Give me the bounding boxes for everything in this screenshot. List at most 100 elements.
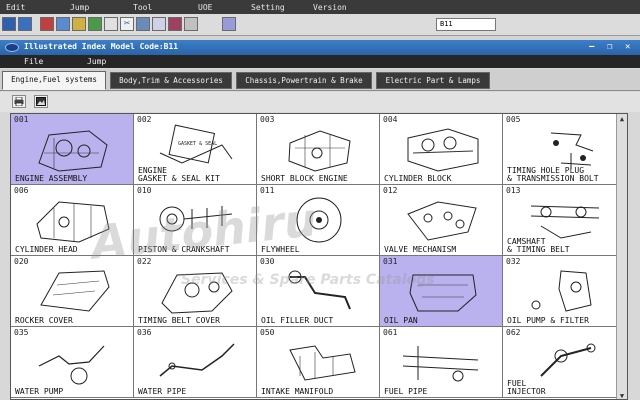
part-cell[interactable]: 050 INTAKE MANIFOLD <box>257 327 380 398</box>
part-cell[interactable]: 003 SHORT BLOCK ENGINE <box>257 114 380 185</box>
part-cell[interactable]: 061 FUEL PIPE <box>380 327 503 398</box>
part-cell[interactable]: 001 ENGINE ASSEMBLY <box>11 114 134 185</box>
part-code: 010 <box>137 186 152 195</box>
part-illustration-icon <box>289 345 356 381</box>
part-illustration-icon <box>540 343 596 377</box>
print-button[interactable] <box>12 95 26 108</box>
menu-edit[interactable]: Edit <box>6 3 25 12</box>
part-illustration-icon <box>296 197 342 243</box>
minimize-button[interactable]: — <box>589 42 594 52</box>
part-name: FUEL INJECTOR <box>507 379 546 396</box>
part-cell[interactable]: 010 PISTON & CRANKSHAFT <box>134 185 257 256</box>
close-button[interactable]: ✕ <box>625 42 630 52</box>
window-icon[interactable] <box>56 17 70 31</box>
part-name: INTAKE MANIFOLD <box>261 387 334 396</box>
printer-icon <box>14 97 24 106</box>
part-cell[interactable]: 002 GASKET & SEAL ENGINE GASKET & SEAL KIT <box>134 114 257 185</box>
part-code: 013 <box>506 186 521 195</box>
part-code: 031 <box>383 257 398 266</box>
menu-jump[interactable]: Jump <box>70 3 89 12</box>
app-icon[interactable] <box>2 17 16 31</box>
model-code-field[interactable]: B11 <box>436 18 496 31</box>
part-cell[interactable]: 004 CYLINDER BLOCK <box>380 114 503 185</box>
app-root: Edit Jump Tool UOE Setting Version ✂ B11… <box>0 0 640 400</box>
catalog-icon[interactable] <box>40 17 54 31</box>
part-illustration-icon <box>38 130 108 172</box>
image-view-button[interactable] <box>34 95 48 108</box>
part-illustration-icon <box>407 201 477 241</box>
part-code: 012 <box>383 186 398 195</box>
part-name: WATER PUMP <box>15 387 64 396</box>
main-toolbar: ✂ B11 <box>0 14 640 36</box>
part-name: ENGINE GASKET & SEAL KIT <box>138 166 220 183</box>
tools-icon[interactable]: ✂ <box>120 17 134 31</box>
part-cell[interactable]: 030 OIL FILLER DUCT <box>257 256 380 327</box>
part-cell[interactable]: 013 CAMSHAFT & TIMING BELT <box>503 185 627 256</box>
part-name: ENGINE ASSEMBLY <box>15 174 88 183</box>
part-illustration-icon <box>402 346 479 382</box>
part-code: 004 <box>383 115 398 124</box>
part-illustration-icon <box>38 345 105 385</box>
svg-text:GASKET & SEAL: GASKET & SEAL <box>178 141 217 147</box>
tab-body-trim[interactable]: Body,Trim & Accessories <box>110 72 232 89</box>
part-cell[interactable]: 036 WATER PIPE <box>134 327 257 398</box>
sub-toolbar <box>0 92 640 112</box>
menu-file[interactable]: File <box>24 57 43 66</box>
part-name: FLYWHEEL <box>261 245 300 254</box>
menu-setting[interactable]: Setting <box>251 3 285 12</box>
menu-version[interactable]: Version <box>313 3 347 12</box>
print-icon[interactable] <box>136 17 150 31</box>
part-illustration-icon <box>409 274 477 312</box>
part-name: OIL PAN <box>384 316 418 325</box>
part-code: 050 <box>260 328 275 337</box>
part-illustration-icon <box>36 201 110 243</box>
part-cell[interactable]: 022 TIMING BELT COVER <box>134 256 257 327</box>
part-name: SHORT BLOCK ENGINE <box>261 174 348 183</box>
part-name: TIMING BELT COVER <box>138 316 220 325</box>
bookmark-icon[interactable] <box>168 17 182 31</box>
menu-tool[interactable]: Tool <box>133 3 152 12</box>
monitor-icon[interactable] <box>222 17 236 31</box>
part-cell[interactable]: 062 FUEL INJECTOR <box>503 327 627 398</box>
vertical-scrollbar[interactable]: ▲ ▼ <box>616 114 627 399</box>
scroll-up-icon[interactable]: ▲ <box>618 115 626 123</box>
save-icon[interactable] <box>18 17 32 31</box>
part-cell[interactable]: 035 WATER PUMP <box>11 327 134 398</box>
illustrated-index-window: Illustrated Index Model Code:B11 — ❐ ✕ F… <box>0 40 640 400</box>
menu-uoe[interactable]: UOE <box>198 3 212 12</box>
parts-icon[interactable] <box>88 17 102 31</box>
parts-grid-panel: 001 ENGINE ASSEMBLY 002 GASKET & SEAL ENGINE… <box>10 113 628 400</box>
window-menu-bar: File Jump <box>0 55 640 68</box>
top-menu-bar: Edit Jump Tool UOE Setting Version <box>0 0 640 14</box>
part-cell[interactable]: 032 OIL PUMP & FILTER <box>503 256 627 327</box>
part-code: 006 <box>14 186 29 195</box>
scroll-down-icon[interactable]: ▼ <box>618 392 626 399</box>
part-cell[interactable]: 006 CYLINDER HEAD <box>11 185 134 256</box>
part-code: 036 <box>137 328 152 337</box>
tab-chassis-powertrain[interactable]: Chassis,Powertrain & Brake <box>236 72 372 89</box>
part-cell[interactable]: 011 FLYWHEEL <box>257 185 380 256</box>
tab-electric-lamps[interactable]: Electric Part & Lamps <box>376 72 490 89</box>
part-illustration-icon <box>159 343 235 377</box>
window-title: Illustrated Index Model Code:B11 <box>24 42 179 51</box>
part-cell[interactable]: 020 ROCKER COVER <box>11 256 134 327</box>
part-cell[interactable]: 031 OIL PAN <box>380 256 503 327</box>
maximize-button[interactable]: ❐ <box>607 42 612 52</box>
tab-engine-fuel[interactable]: Engine,Fuel systems <box>2 71 106 90</box>
part-name: CYLINDER HEAD <box>15 245 78 254</box>
settings-icon[interactable] <box>184 17 198 31</box>
part-code: 022 <box>137 257 152 266</box>
parts-grid: 001 ENGINE ASSEMBLY 002 GASKET & SEAL ENGINE… <box>11 114 627 398</box>
list-icon[interactable] <box>104 17 118 31</box>
menu-jump-window[interactable]: Jump <box>87 57 106 66</box>
picture-icon <box>36 97 46 106</box>
part-cell[interactable]: 005 TIMING HOLE PLUG & TRANSMISSION BOLT <box>503 114 627 185</box>
category-tabs: Engine,Fuel systems Body,Trim & Accessor… <box>0 69 640 91</box>
part-code: 020 <box>14 257 29 266</box>
part-illustration-icon <box>40 270 110 312</box>
part-code: 001 <box>14 115 29 124</box>
folder-icon[interactable] <box>72 17 86 31</box>
part-cell[interactable]: 012 VALVE MECHANISM <box>380 185 503 256</box>
document-icon[interactable] <box>152 17 166 31</box>
part-code: 061 <box>383 328 398 337</box>
